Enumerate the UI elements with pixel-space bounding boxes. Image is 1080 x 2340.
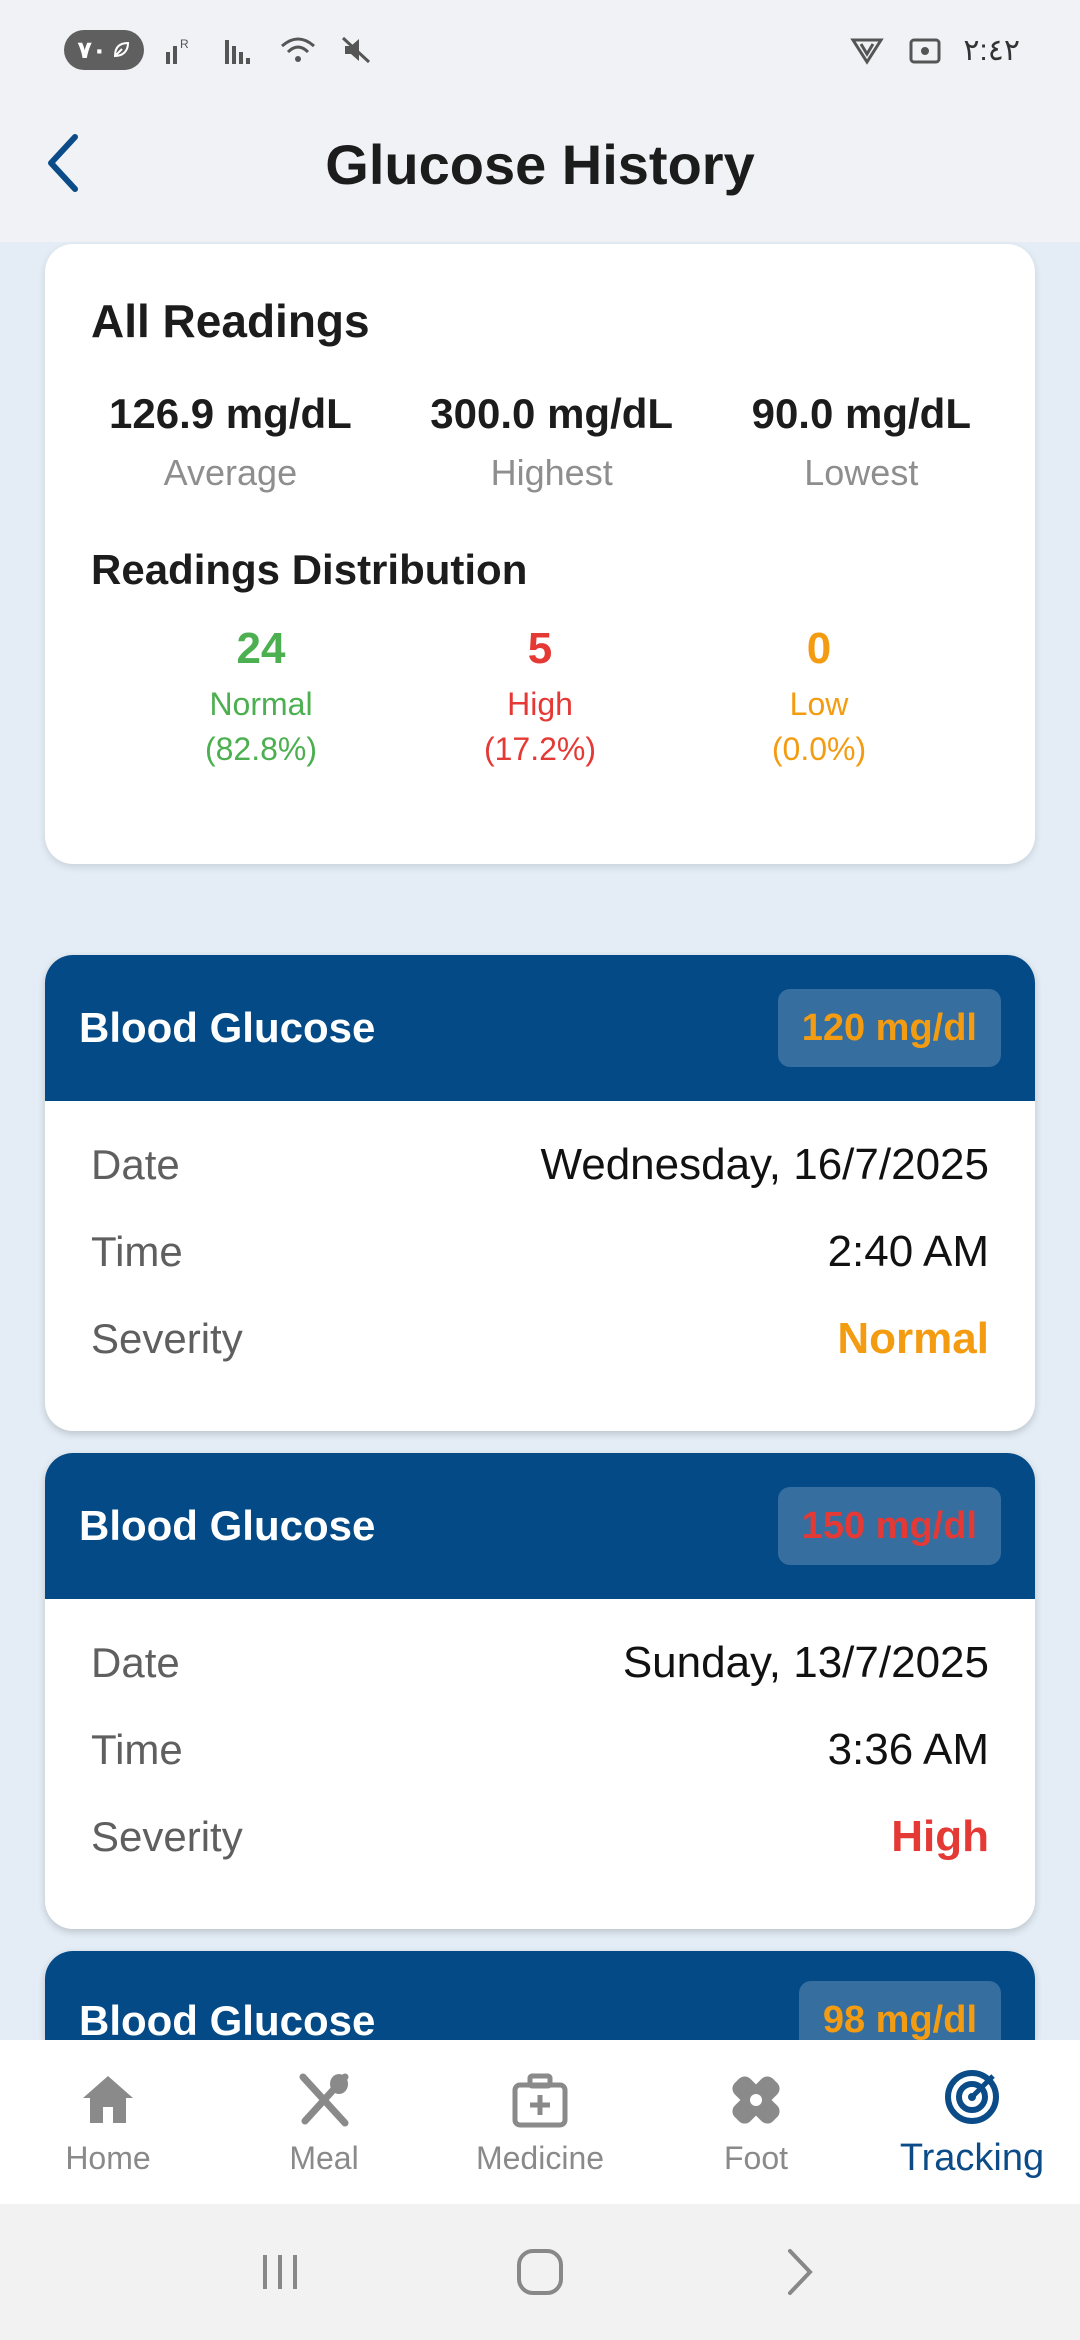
distribution-label: High bbox=[507, 686, 573, 722]
reading-title: Blood Glucose bbox=[79, 1997, 376, 2040]
reading-time-row: Time 3:36 AM bbox=[91, 1706, 989, 1793]
reading-value-badge: 120 mg/dl bbox=[777, 989, 1001, 1067]
screenshot-icon bbox=[905, 30, 945, 70]
reading-header: Blood Glucose 120 mg/dl bbox=[45, 955, 1035, 1101]
nav-home[interactable]: Home bbox=[3, 2068, 213, 2177]
date-label: Date bbox=[91, 1638, 180, 1686]
reading-card[interactable]: Blood Glucose 150 mg/dl Date Sunday, 13/… bbox=[45, 1453, 1035, 1929]
distribution-percent: (0.0%) bbox=[771, 731, 867, 767]
wifi-icon bbox=[278, 30, 318, 70]
status-time: ٢:٤٢ bbox=[963, 33, 1020, 67]
target-icon bbox=[940, 2065, 1004, 2129]
battery-indicator: ٧٠ bbox=[64, 30, 144, 70]
reading-date-row: Date Wednesday, 16/7/2025 bbox=[91, 1121, 989, 1208]
utensils-icon bbox=[292, 2068, 356, 2132]
distribution-percent: (17.2%) bbox=[483, 731, 597, 767]
reading-severity-row: Severity High bbox=[91, 1793, 989, 1880]
vpn-shield-icon bbox=[847, 30, 887, 70]
stat-lowest: 90.0 mg/dL Lowest bbox=[752, 390, 971, 494]
system-nav-bar bbox=[0, 2204, 1080, 2340]
distribution-count: 24 bbox=[236, 624, 286, 673]
reading-body: Date Sunday, 13/7/2025 Time 3:36 AM Seve… bbox=[45, 1599, 1035, 1880]
battery-level: ٧٠ bbox=[77, 36, 107, 64]
home-system-button[interactable] bbox=[500, 2232, 580, 2312]
reading-body: Date Wednesday, 16/7/2025 Time 2:40 AM S… bbox=[45, 1101, 1035, 1382]
reading-title: Blood Glucose bbox=[79, 1004, 376, 1051]
status-bar: ٧٠ R ٢:٤٢ bbox=[0, 0, 1080, 100]
status-right: ٢:٤٢ bbox=[847, 30, 1020, 70]
nav-meal[interactable]: Meal bbox=[219, 2068, 429, 2177]
stat-value: 300.0 mg/dL bbox=[430, 390, 674, 437]
nav-label: Tracking bbox=[899, 2136, 1045, 2179]
signal-bars-icon bbox=[220, 30, 260, 70]
stat-average: 126.9 mg/dL Average bbox=[109, 390, 352, 494]
summary-card: All Readings 126.9 mg/dL Average 300.0 m… bbox=[45, 244, 1035, 864]
stat-highest: 300.0 mg/dL Highest bbox=[430, 390, 673, 494]
home-icon bbox=[76, 2068, 140, 2132]
distribution-count: 5 bbox=[527, 624, 553, 673]
back-button[interactable] bbox=[30, 128, 100, 198]
distribution-label: Normal bbox=[209, 686, 313, 722]
svg-text:R: R bbox=[180, 37, 189, 51]
severity-label: Severity bbox=[91, 1314, 243, 1362]
reading-date-row: Date Sunday, 13/7/2025 bbox=[91, 1619, 989, 1706]
severity-label: Severity bbox=[91, 1812, 243, 1860]
distribution-heading: Readings Distribution bbox=[91, 546, 528, 593]
severity-value: Normal bbox=[837, 1313, 989, 1363]
reading-value-badge: 98 mg/dl bbox=[798, 1981, 1001, 2040]
time-value: 2:40 AM bbox=[827, 1226, 989, 1276]
distribution-label: Low bbox=[789, 686, 849, 722]
page-title: Glucose History bbox=[325, 132, 755, 196]
distribution-percent: (82.8%) bbox=[204, 731, 318, 767]
reading-header: Blood Glucose 98 mg/dl bbox=[45, 1951, 1035, 2040]
distribution-count: 0 bbox=[806, 624, 832, 673]
time-label: Time bbox=[91, 1227, 183, 1275]
stat-label: Lowest bbox=[804, 452, 919, 493]
nav-label: Meal bbox=[289, 2139, 359, 2176]
reading-header: Blood Glucose 150 mg/dl bbox=[45, 1453, 1035, 1599]
medical-kit-icon bbox=[508, 2068, 572, 2132]
reading-time-row: Time 2:40 AM bbox=[91, 1208, 989, 1295]
back-system-button[interactable] bbox=[760, 2232, 840, 2312]
reading-title: Blood Glucose bbox=[79, 1502, 376, 1549]
reading-card[interactable]: Blood Glucose 98 mg/dl bbox=[45, 1951, 1035, 2040]
time-value: 3:36 AM bbox=[827, 1724, 989, 1774]
time-label: Time bbox=[91, 1725, 183, 1773]
status-left: ٧٠ R bbox=[64, 30, 376, 70]
reading-value-badge: 150 mg/dl bbox=[777, 1487, 1001, 1565]
leaf-icon bbox=[113, 41, 129, 58]
nav-tracking[interactable]: Tracking bbox=[867, 2065, 1077, 2180]
signal-r-icon: R bbox=[162, 30, 202, 70]
reading-card[interactable]: Blood Glucose 120 mg/dl Date Wednesday, … bbox=[45, 955, 1035, 1431]
nav-label: Medicine bbox=[475, 2139, 605, 2176]
back-arrow-icon bbox=[48, 134, 78, 192]
stat-value: 126.9 mg/dL bbox=[109, 390, 352, 437]
recent-apps-button[interactable] bbox=[240, 2232, 320, 2312]
stat-label: Highest bbox=[490, 452, 613, 493]
nav-medicine[interactable]: Medicine bbox=[435, 2068, 645, 2177]
app-bar: Glucose History bbox=[0, 100, 1080, 242]
summary-heading: All Readings bbox=[91, 295, 370, 347]
bottom-nav: Home Meal Medicine Foot Tracking bbox=[0, 2040, 1080, 2204]
stat-label: Average bbox=[163, 452, 298, 493]
bandage-icon bbox=[724, 2068, 788, 2132]
nav-foot[interactable]: Foot bbox=[651, 2068, 861, 2177]
date-label: Date bbox=[91, 1140, 180, 1188]
chevron-right-icon bbox=[788, 2249, 813, 2295]
recent-apps-icon bbox=[263, 2255, 297, 2289]
reading-severity-row: Severity Normal bbox=[91, 1295, 989, 1382]
distribution-row: 24 Normal (82.8%) 5 High (17.2%) 0 Low (… bbox=[91, 624, 989, 768]
distribution-high: 5 High (17.2%) bbox=[460, 624, 620, 768]
stats-row: 126.9 mg/dL Average 300.0 mg/dL Highest … bbox=[91, 390, 989, 494]
nav-label: Foot bbox=[723, 2139, 789, 2176]
severity-value: High bbox=[891, 1811, 989, 1861]
date-value: Wednesday, 16/7/2025 bbox=[540, 1139, 990, 1189]
stat-value: 90.0 mg/dL bbox=[751, 390, 971, 437]
nav-label: Home bbox=[65, 2139, 151, 2176]
mute-icon bbox=[336, 30, 376, 70]
home-circle-icon bbox=[517, 2249, 563, 2295]
distribution-normal: 24 Normal (82.8%) bbox=[181, 624, 341, 768]
distribution-low: 0 Low (0.0%) bbox=[739, 624, 899, 768]
date-value: Sunday, 13/7/2025 bbox=[622, 1637, 989, 1687]
